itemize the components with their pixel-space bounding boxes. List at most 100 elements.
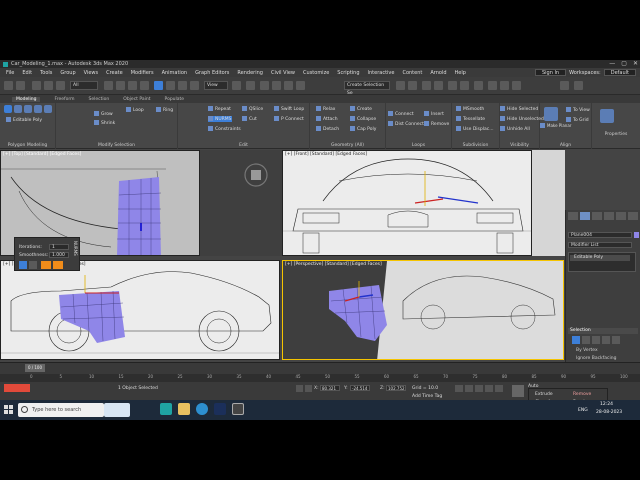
vertex-icon[interactable] xyxy=(572,336,580,344)
play-icon[interactable] xyxy=(475,385,483,392)
rendered-frame-icon[interactable] xyxy=(500,81,509,90)
menu-item-extrude[interactable]: Extrude xyxy=(535,392,553,397)
menu-file[interactable]: File xyxy=(6,70,14,76)
time-slider[interactable]: 0 / 100 xyxy=(0,362,640,374)
menu-group[interactable]: Group xyxy=(60,70,75,76)
key-icon[interactable] xyxy=(512,385,524,397)
collapse-button[interactable]: Collapse xyxy=(350,116,376,122)
polygon-mode-icon[interactable] xyxy=(34,105,42,113)
menu-graph-editors[interactable]: Graph Editors xyxy=(195,70,229,76)
absolute-mode-icon[interactable] xyxy=(305,385,312,392)
menu-edit[interactable]: Edit xyxy=(22,70,32,76)
3dsmax-second-icon[interactable] xyxy=(232,403,244,415)
z-coordinate[interactable]: 102.752 xyxy=(386,385,406,391)
render-setup-icon[interactable] xyxy=(488,81,497,90)
object-name-input[interactable]: Plane004 xyxy=(568,232,632,238)
create-button[interactable]: Create xyxy=(350,106,372,112)
menu-scripting[interactable]: Scripting xyxy=(337,70,359,76)
border-mode-icon[interactable] xyxy=(24,105,32,113)
element-icon[interactable] xyxy=(612,336,620,344)
swift-loop-button[interactable]: Swift Loop xyxy=(274,106,304,112)
orange-swatch-icon-2[interactable] xyxy=(53,261,63,269)
make-planar-button[interactable]: Make Planar xyxy=(540,123,571,128)
nurms-button[interactable]: NURMS xyxy=(208,116,232,122)
cap-poly-button[interactable]: Cap Poly xyxy=(350,126,376,132)
windows-start-icon[interactable] xyxy=(4,405,13,414)
unhide-all-button[interactable]: Unhide All xyxy=(500,126,530,132)
qslice-button[interactable]: QSlice xyxy=(242,106,263,112)
go-to-end-icon[interactable] xyxy=(495,385,503,392)
time-slider-handle[interactable]: 0 / 100 xyxy=(25,364,45,372)
prev-frame-icon[interactable] xyxy=(465,385,473,392)
insert-button[interactable]: Insert xyxy=(424,111,444,117)
display-tab-icon[interactable] xyxy=(616,212,626,220)
spinner-snap-icon[interactable] xyxy=(296,81,305,90)
orange-swatch-icon[interactable] xyxy=(41,261,51,269)
edge-browser-icon[interactable] xyxy=(196,403,208,415)
lock-selection-icon[interactable] xyxy=(296,385,303,392)
taskbar-soccer-widget-icon[interactable] xyxy=(104,403,130,417)
align-icon[interactable] xyxy=(408,81,417,90)
cut-button[interactable]: Cut xyxy=(242,116,257,122)
material-editor-icon[interactable] xyxy=(474,81,483,90)
tab-populate[interactable]: Populate xyxy=(165,97,185,102)
loop-button[interactable]: Loop xyxy=(126,107,144,113)
edge-icon[interactable] xyxy=(582,336,590,344)
remove-button[interactable]: Remove xyxy=(424,121,449,127)
menu-help[interactable]: Help xyxy=(455,70,466,76)
snaps-toggle-icon[interactable] xyxy=(260,81,269,90)
pivot-center-icon[interactable] xyxy=(232,81,241,90)
percent-snap-icon[interactable] xyxy=(284,81,293,90)
link-icon[interactable] xyxy=(32,81,41,90)
y-coordinate[interactable]: -24.514 xyxy=(350,385,370,391)
keyboard-shortcut-icon[interactable] xyxy=(246,81,255,90)
dist-connect-button[interactable]: Dist Connect xyxy=(388,121,424,127)
x-coordinate[interactable]: 80.321 xyxy=(320,385,340,391)
apply-icon[interactable] xyxy=(29,261,37,269)
menu-animation[interactable]: Animation xyxy=(162,70,188,76)
grow-button[interactable]: Grow xyxy=(94,111,113,117)
photoshop-icon[interactable] xyxy=(214,403,226,415)
menu-views[interactable]: Views xyxy=(84,70,98,76)
file-explorer-icon[interactable] xyxy=(178,403,190,415)
project-icon[interactable] xyxy=(574,81,583,90)
object-color-swatch[interactable] xyxy=(634,232,639,238)
taskbar-search-input[interactable]: Type here to search xyxy=(18,403,104,417)
window-crossing-icon[interactable] xyxy=(140,81,149,90)
maxscript-listener[interactable] xyxy=(4,384,30,392)
selection-rollout[interactable]: Selection xyxy=(568,328,638,334)
tab-freeform[interactable]: Freeform xyxy=(54,97,74,102)
menu-item-remove[interactable]: Remove xyxy=(573,392,591,397)
detach-button[interactable]: Detach xyxy=(316,126,339,132)
menu-tools[interactable]: Tools xyxy=(40,70,52,76)
utilities-tab-icon[interactable] xyxy=(628,212,638,220)
scene-explorer-icon[interactable] xyxy=(434,81,443,90)
select-rotate-icon[interactable] xyxy=(166,81,175,90)
msmooth-button[interactable]: MSmooth xyxy=(456,106,484,112)
attach-button[interactable]: Attach xyxy=(316,116,338,122)
p-connect-button[interactable]: P Connect xyxy=(274,116,304,122)
mirror-icon[interactable] xyxy=(396,81,405,90)
3dsmax-app-icon[interactable] xyxy=(160,403,172,415)
relax-button[interactable]: Relax xyxy=(316,106,335,112)
folder-icon[interactable] xyxy=(560,81,569,90)
sign-in-button[interactable]: Sign In xyxy=(534,69,567,76)
select-by-name-icon[interactable] xyxy=(116,81,125,90)
clock-date[interactable]: 28-08-2023 xyxy=(596,410,622,415)
vertex-mode-icon[interactable] xyxy=(4,105,12,113)
repeat-button[interactable]: Repeat xyxy=(208,106,231,112)
select-object-icon[interactable] xyxy=(104,81,113,90)
ring-button[interactable]: Ring xyxy=(156,107,173,113)
viewport-front[interactable]: [+] [Front] [Standard] [Edged Faces] xyxy=(282,150,532,256)
workspace-select[interactable]: Default xyxy=(603,69,636,76)
selection-filter-select[interactable]: All xyxy=(70,81,98,90)
hierarchy-tab-icon[interactable] xyxy=(592,212,602,220)
select-scale-icon[interactable] xyxy=(178,81,187,90)
clock-time[interactable]: 12:24 xyxy=(600,402,613,407)
tab-modeling[interactable]: Modeling xyxy=(12,96,41,102)
motion-tab-icon[interactable] xyxy=(604,212,614,220)
shrink-button[interactable]: Shrink xyxy=(94,120,115,126)
to-view-button[interactable]: To View xyxy=(566,107,590,113)
placement-icon[interactable] xyxy=(190,81,199,90)
minimize-button[interactable]: — xyxy=(609,60,615,67)
